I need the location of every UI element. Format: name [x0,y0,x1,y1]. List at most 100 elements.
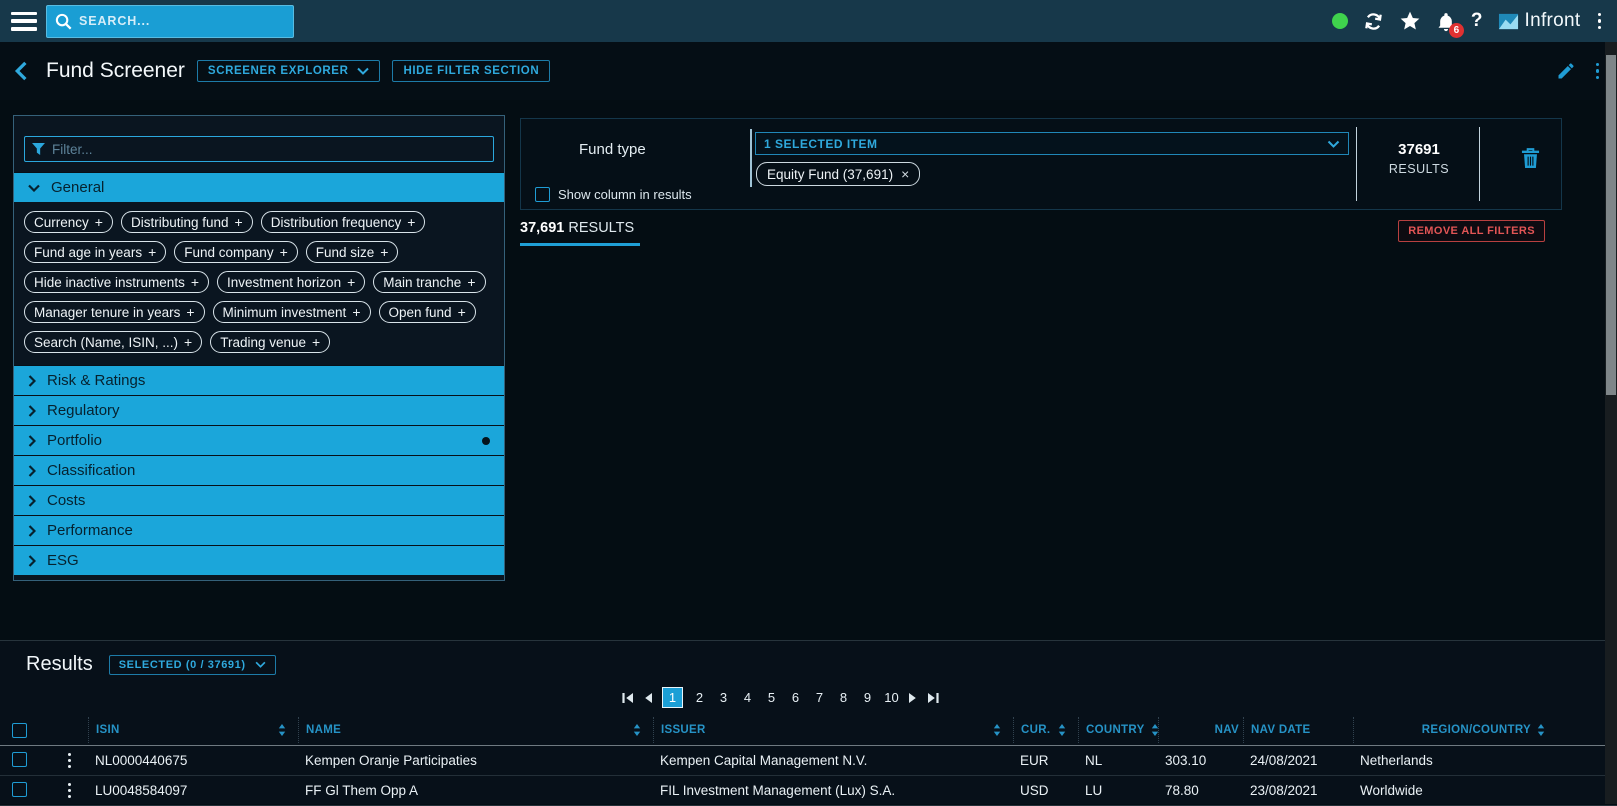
refresh-icon[interactable] [1363,11,1384,32]
notifications-bell-icon[interactable]: 6 [1436,11,1456,32]
chip-label: Fund size [316,245,375,260]
page-6[interactable]: 6 [788,690,803,705]
results-count-bar: 37,691 RESULTS REMOVE ALL FILTERS [520,220,1545,246]
row-checkbox[interactable] [12,752,27,767]
row-menu-icon[interactable] [66,781,88,800]
previous-page-icon[interactable] [643,692,653,704]
page-10[interactable]: 10 [884,690,899,705]
chevron-right-icon [28,435,36,447]
help-icon[interactable]: ? [1471,10,1483,32]
filter-chip-distributing-fund[interactable]: Distributing fund+ [121,211,253,233]
cell-name: FF Gl Them Opp A [298,783,653,798]
table-row[interactable]: LU0048584097 FF Gl Them Opp A FIL Invest… [0,776,1617,806]
column-header-isin[interactable]: ISIN [88,717,298,743]
page-8[interactable]: 8 [836,690,851,705]
section-esg[interactable]: ESG [14,545,504,575]
chip-label: Trading venue [220,335,306,350]
chip-label: Main tranche [383,275,461,290]
page-4[interactable]: 4 [740,690,755,705]
column-header-nav-date[interactable]: NAV DATE [1243,717,1353,743]
add-icon: + [95,214,103,230]
section-regulatory[interactable]: Regulatory [14,395,504,425]
column-header-issuer[interactable]: ISSUER [653,717,1013,743]
overflow-menu-icon[interactable] [1596,11,1604,32]
add-icon: + [347,274,355,290]
column-header-cur[interactable]: CUR. [1013,717,1078,743]
remove-all-filters-button[interactable]: REMOVE ALL FILTERS [1398,220,1545,242]
top-app-bar: 6 ? Infront [0,0,1617,42]
filter-chip-hide-inactive[interactable]: Hide inactive instruments+ [24,271,209,293]
column-header-name[interactable]: NAME [298,717,653,743]
chip-label: Search (Name, ISIN, ...) [34,335,178,350]
section-costs[interactable]: Costs [14,485,504,515]
filter-chip-currency[interactable]: Currency+ [24,211,113,233]
filter-chip-open-fund[interactable]: Open fund+ [379,301,476,323]
results-count-value: 37691 [1359,141,1479,158]
next-page-icon[interactable] [908,692,918,704]
filter-chip-fund-size[interactable]: Fund size+ [306,241,399,263]
show-column-option[interactable]: Show column in results [535,187,692,202]
screener-overflow-menu-icon[interactable] [1594,61,1602,82]
page-7[interactable]: 7 [812,690,827,705]
cell-cur: EUR [1013,753,1078,768]
section-label: Risk & Ratings [47,372,145,389]
filter-chip-trading-venue[interactable]: Trading venue+ [210,331,330,353]
select-all-checkbox[interactable] [12,723,27,738]
search-input[interactable] [79,14,285,28]
remove-chip-icon[interactable]: × [901,166,909,182]
fund-type-select[interactable]: 1 SELECTED ITEM [755,132,1349,155]
column-header-region-country[interactable]: REGION/COUNTRY [1353,717,1545,743]
chevron-right-icon [28,495,36,507]
filter-input[interactable] [52,142,486,157]
scrollbar-thumb[interactable] [1606,55,1616,395]
hide-filter-section-button[interactable]: HIDE FILTER SECTION [392,60,550,82]
results-count-number: 37,691 [520,220,564,236]
cell-nav: 303.10 [1158,753,1243,768]
row-menu-icon[interactable] [66,751,88,770]
chevron-down-icon [357,67,369,75]
filter-chip-fund-age[interactable]: Fund age in years+ [24,241,166,263]
section-general[interactable]: General [14,172,504,202]
section-portfolio[interactable]: Portfolio [14,425,504,455]
section-risk-ratings[interactable]: Risk & Ratings [14,365,504,395]
page-3[interactable]: 3 [716,690,731,705]
add-icon: + [191,274,199,290]
filter-chip-main-tranche[interactable]: Main tranche+ [373,271,485,293]
brand-name: Infront [1525,10,1581,32]
selected-rows-dropdown[interactable]: SELECTED (0 / 37691) [109,655,276,675]
delete-filter-trash-icon[interactable] [1521,147,1540,169]
vertical-scrollbar[interactable] [1605,42,1617,804]
filter-chip-investment-horizon[interactable]: Investment horizon+ [217,271,365,293]
page-2[interactable]: 2 [692,690,707,705]
screener-explorer-dropdown[interactable]: SCREENER EXPLORER [197,60,381,82]
back-icon[interactable] [14,61,28,81]
page-9[interactable]: 9 [860,690,875,705]
edit-pencil-icon[interactable] [1556,61,1576,81]
filter-chip-minimum-investment[interactable]: Minimum investment+ [213,301,371,323]
chevron-right-icon [28,525,36,537]
last-page-icon[interactable] [927,692,939,704]
sort-icon [633,724,641,736]
row-checkbox[interactable] [12,782,27,797]
show-column-checkbox[interactable] [535,187,550,202]
column-label: COUNTRY [1086,724,1145,736]
table-row[interactable]: NL0000440675 Kempen Oranje Participaties… [0,746,1617,776]
column-header-country[interactable]: COUNTRY [1078,717,1158,743]
filter-search-box[interactable] [24,136,494,162]
selected-fund-type-chip[interactable]: Equity Fund (37,691) × [756,162,920,186]
filter-chip-search-name-isin[interactable]: Search (Name, ISIN, ...)+ [24,331,202,353]
global-search[interactable] [46,5,294,38]
menu-icon[interactable] [11,12,37,31]
first-page-icon[interactable] [622,692,634,704]
filter-chip-distribution-frequency[interactable]: Distribution frequency+ [261,211,426,233]
section-classification[interactable]: Classification [14,455,504,485]
filter-sidebar: General Currency+ Distributing fund+ Dis… [13,115,505,581]
section-performance[interactable]: Performance [14,515,504,545]
page-5[interactable]: 5 [764,690,779,705]
favorites-star-icon[interactable] [1399,10,1421,32]
filter-chip-manager-tenure[interactable]: Manager tenure in years+ [24,301,205,323]
column-header-nav[interactable]: NAV [1158,717,1243,743]
sort-icon [1058,724,1066,736]
filter-chip-fund-company[interactable]: Fund company+ [174,241,298,263]
page-1[interactable]: 1 [662,687,683,708]
